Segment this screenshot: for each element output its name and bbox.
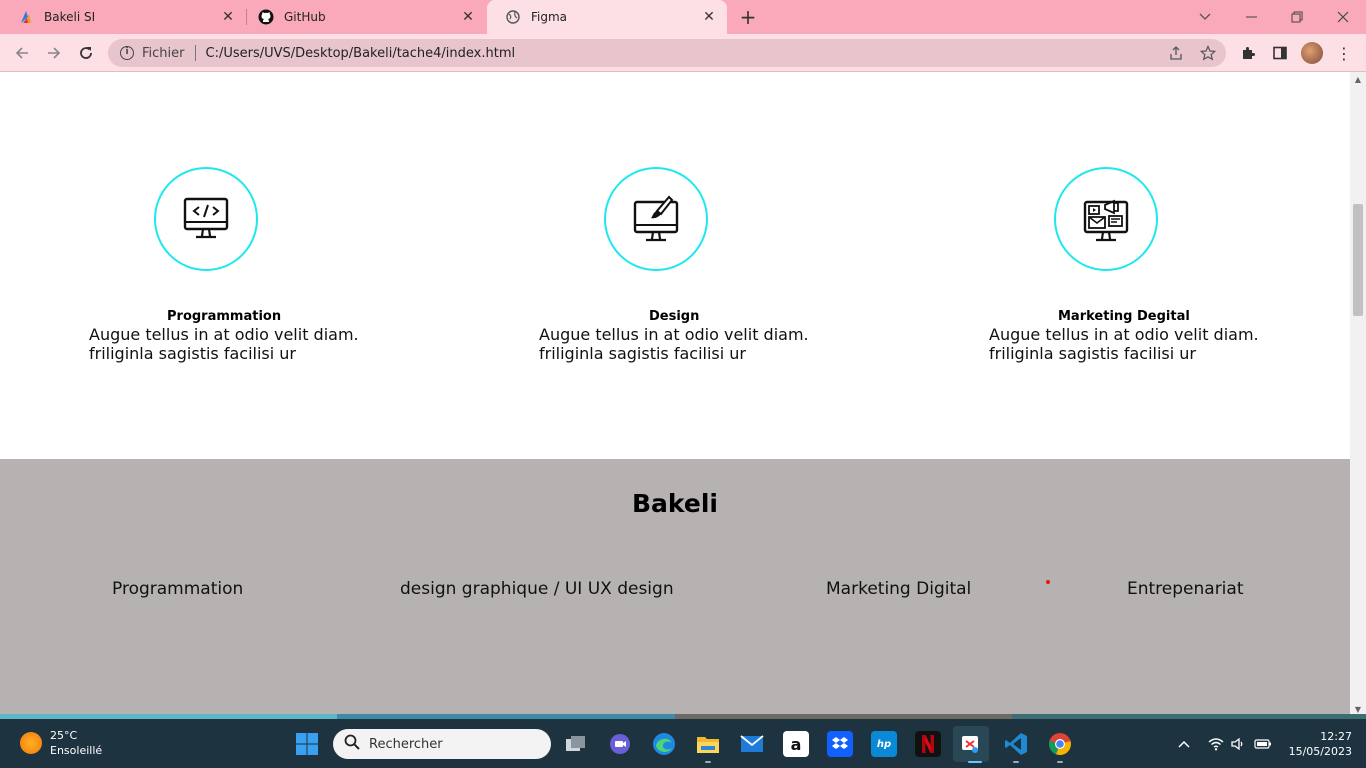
windows-start-icon[interactable] xyxy=(294,731,320,757)
dropbox-icon[interactable] xyxy=(827,731,853,757)
weather-temperature: 25°C xyxy=(50,729,78,742)
globe-icon xyxy=(505,9,521,25)
service-title: Design xyxy=(649,309,700,324)
share-icon[interactable] xyxy=(1167,44,1185,62)
footer-link-design[interactable]: design graphique / UI UX design xyxy=(400,579,674,599)
page-content: Programmation Augue tellus in at odio ve… xyxy=(0,72,1350,714)
close-tab-icon[interactable]: ✕ xyxy=(460,9,476,25)
taskbar-accent-strip xyxy=(0,714,1366,719)
snipping-tool-icon[interactable] xyxy=(953,726,989,762)
netflix-icon[interactable] xyxy=(915,731,941,757)
search-placeholder: Rechercher xyxy=(369,736,443,752)
github-icon xyxy=(258,9,274,25)
weather-widget[interactable]: 25°C Ensoleillé xyxy=(20,728,102,758)
avatar xyxy=(1301,42,1323,64)
service-description-line: Augue tellus in at odio velit diam. xyxy=(989,325,1259,344)
service-description-line: Augue tellus in at odio velit diam. xyxy=(89,325,359,344)
teams-chat-icon[interactable] xyxy=(607,731,633,757)
tab-bakeli[interactable]: Bakeli SI ✕ xyxy=(0,0,246,34)
service-title: Programmation xyxy=(167,309,282,324)
service-description-line: Augue tellus in at odio velit diam. xyxy=(539,325,809,344)
address-bar[interactable]: i Fichier C:/Users/UVS/Desktop/Bakeli/ta… xyxy=(108,39,1226,67)
extensions-puzzle-icon[interactable] xyxy=(1236,41,1260,65)
weather-condition: Ensoleillé xyxy=(50,744,103,757)
minimize-button[interactable] xyxy=(1228,0,1274,34)
running-indicator xyxy=(1013,761,1019,763)
scroll-up-arrow-icon[interactable]: ▲ xyxy=(1353,75,1363,85)
bakeli-favicon-icon xyxy=(18,9,34,25)
tab-search-icon[interactable] xyxy=(1182,0,1228,34)
red-dot-marker xyxy=(1046,580,1050,584)
edge-browser-icon[interactable] xyxy=(651,731,677,757)
url-text[interactable]: C:/Users/UVS/Desktop/Bakeli/tache4/index… xyxy=(206,46,516,61)
tab-figma[interactable]: Figma ✕ xyxy=(487,0,727,34)
side-panel-icon[interactable] xyxy=(1268,41,1292,65)
tab-strip: Bakeli SI ✕ GitHub ✕ Figma ✕ + xyxy=(0,0,1366,34)
footer-title: Bakeli xyxy=(632,489,718,518)
omnibox-divider xyxy=(194,45,196,61)
windows-taskbar xyxy=(0,714,1366,768)
task-view-icon[interactable] xyxy=(563,731,589,757)
show-hidden-icons-chevron-icon[interactable] xyxy=(1174,734,1194,754)
close-tab-icon[interactable]: ✕ xyxy=(220,9,236,25)
profile-avatar[interactable] xyxy=(1300,41,1324,65)
amazon-icon[interactable]: a xyxy=(783,731,809,757)
scrollbar-thumb[interactable] xyxy=(1353,204,1363,316)
scheme-label: Fichier xyxy=(142,45,185,61)
new-tab-button[interactable]: + xyxy=(737,6,759,28)
service-icon-ring xyxy=(604,167,708,271)
running-indicator xyxy=(1057,761,1063,763)
taskbar-search[interactable]: Rechercher xyxy=(333,729,551,759)
vscode-icon[interactable] xyxy=(1003,731,1029,757)
tab-title: Figma xyxy=(531,10,568,24)
service-icon-ring xyxy=(1054,167,1158,271)
page-scrollbar[interactable]: ▲ ▼ xyxy=(1350,72,1366,718)
mail-icon[interactable] xyxy=(739,731,765,757)
clock-date: 15/05/2023 xyxy=(1288,745,1352,758)
design-monitor-icon xyxy=(633,195,679,242)
forward-button[interactable] xyxy=(42,41,66,65)
wifi-icon[interactable] xyxy=(1206,734,1226,754)
site-info-icon[interactable]: i xyxy=(120,46,134,60)
close-tab-icon[interactable]: ✕ xyxy=(701,9,717,25)
active-app-indicator xyxy=(968,761,982,763)
taskbar-clock[interactable]: 12:27 15/05/2023 xyxy=(1284,729,1352,759)
tab-github[interactable]: GitHub ✕ xyxy=(240,0,486,34)
service-description-line: friliginla sagistis facilisi ur xyxy=(89,344,296,363)
search-icon xyxy=(344,734,360,754)
tab-title: GitHub xyxy=(284,10,326,24)
back-button[interactable] xyxy=(10,41,34,65)
file-explorer-icon[interactable] xyxy=(695,731,721,757)
close-window-button[interactable] xyxy=(1320,0,1366,34)
sun-icon xyxy=(20,732,42,754)
restore-button[interactable] xyxy=(1274,0,1320,34)
service-icon-ring xyxy=(154,167,258,271)
myhp-icon[interactable]: hp xyxy=(871,731,897,757)
battery-icon[interactable] xyxy=(1253,734,1273,754)
service-description-line: friliginla sagistis facilisi ur xyxy=(989,344,1196,363)
footer: Bakeli Programmation design graphique / … xyxy=(0,459,1350,714)
reload-button[interactable] xyxy=(74,41,98,65)
code-monitor-icon xyxy=(183,197,229,239)
running-indicator xyxy=(705,761,711,763)
footer-link-programmation[interactable]: Programmation xyxy=(112,579,243,599)
chrome-icon[interactable] xyxy=(1047,731,1073,757)
service-description-line: friliginla sagistis facilisi ur xyxy=(539,344,746,363)
tab-title: Bakeli SI xyxy=(44,10,96,24)
volume-icon[interactable] xyxy=(1228,734,1248,754)
browser-toolbar: i Fichier C:/Users/UVS/Desktop/Bakeli/ta… xyxy=(0,34,1366,72)
footer-link-marketing[interactable]: Marketing Digital xyxy=(826,579,971,599)
footer-link-entrepenariat[interactable]: Entrepenariat xyxy=(1127,579,1244,599)
menu-kebab-icon[interactable]: ⋮ xyxy=(1332,41,1356,65)
clock-time: 12:27 xyxy=(1320,730,1352,743)
marketing-monitor-icon xyxy=(1083,199,1129,242)
service-title: Marketing Degital xyxy=(1058,309,1190,324)
bookmark-star-icon[interactable] xyxy=(1199,44,1217,62)
